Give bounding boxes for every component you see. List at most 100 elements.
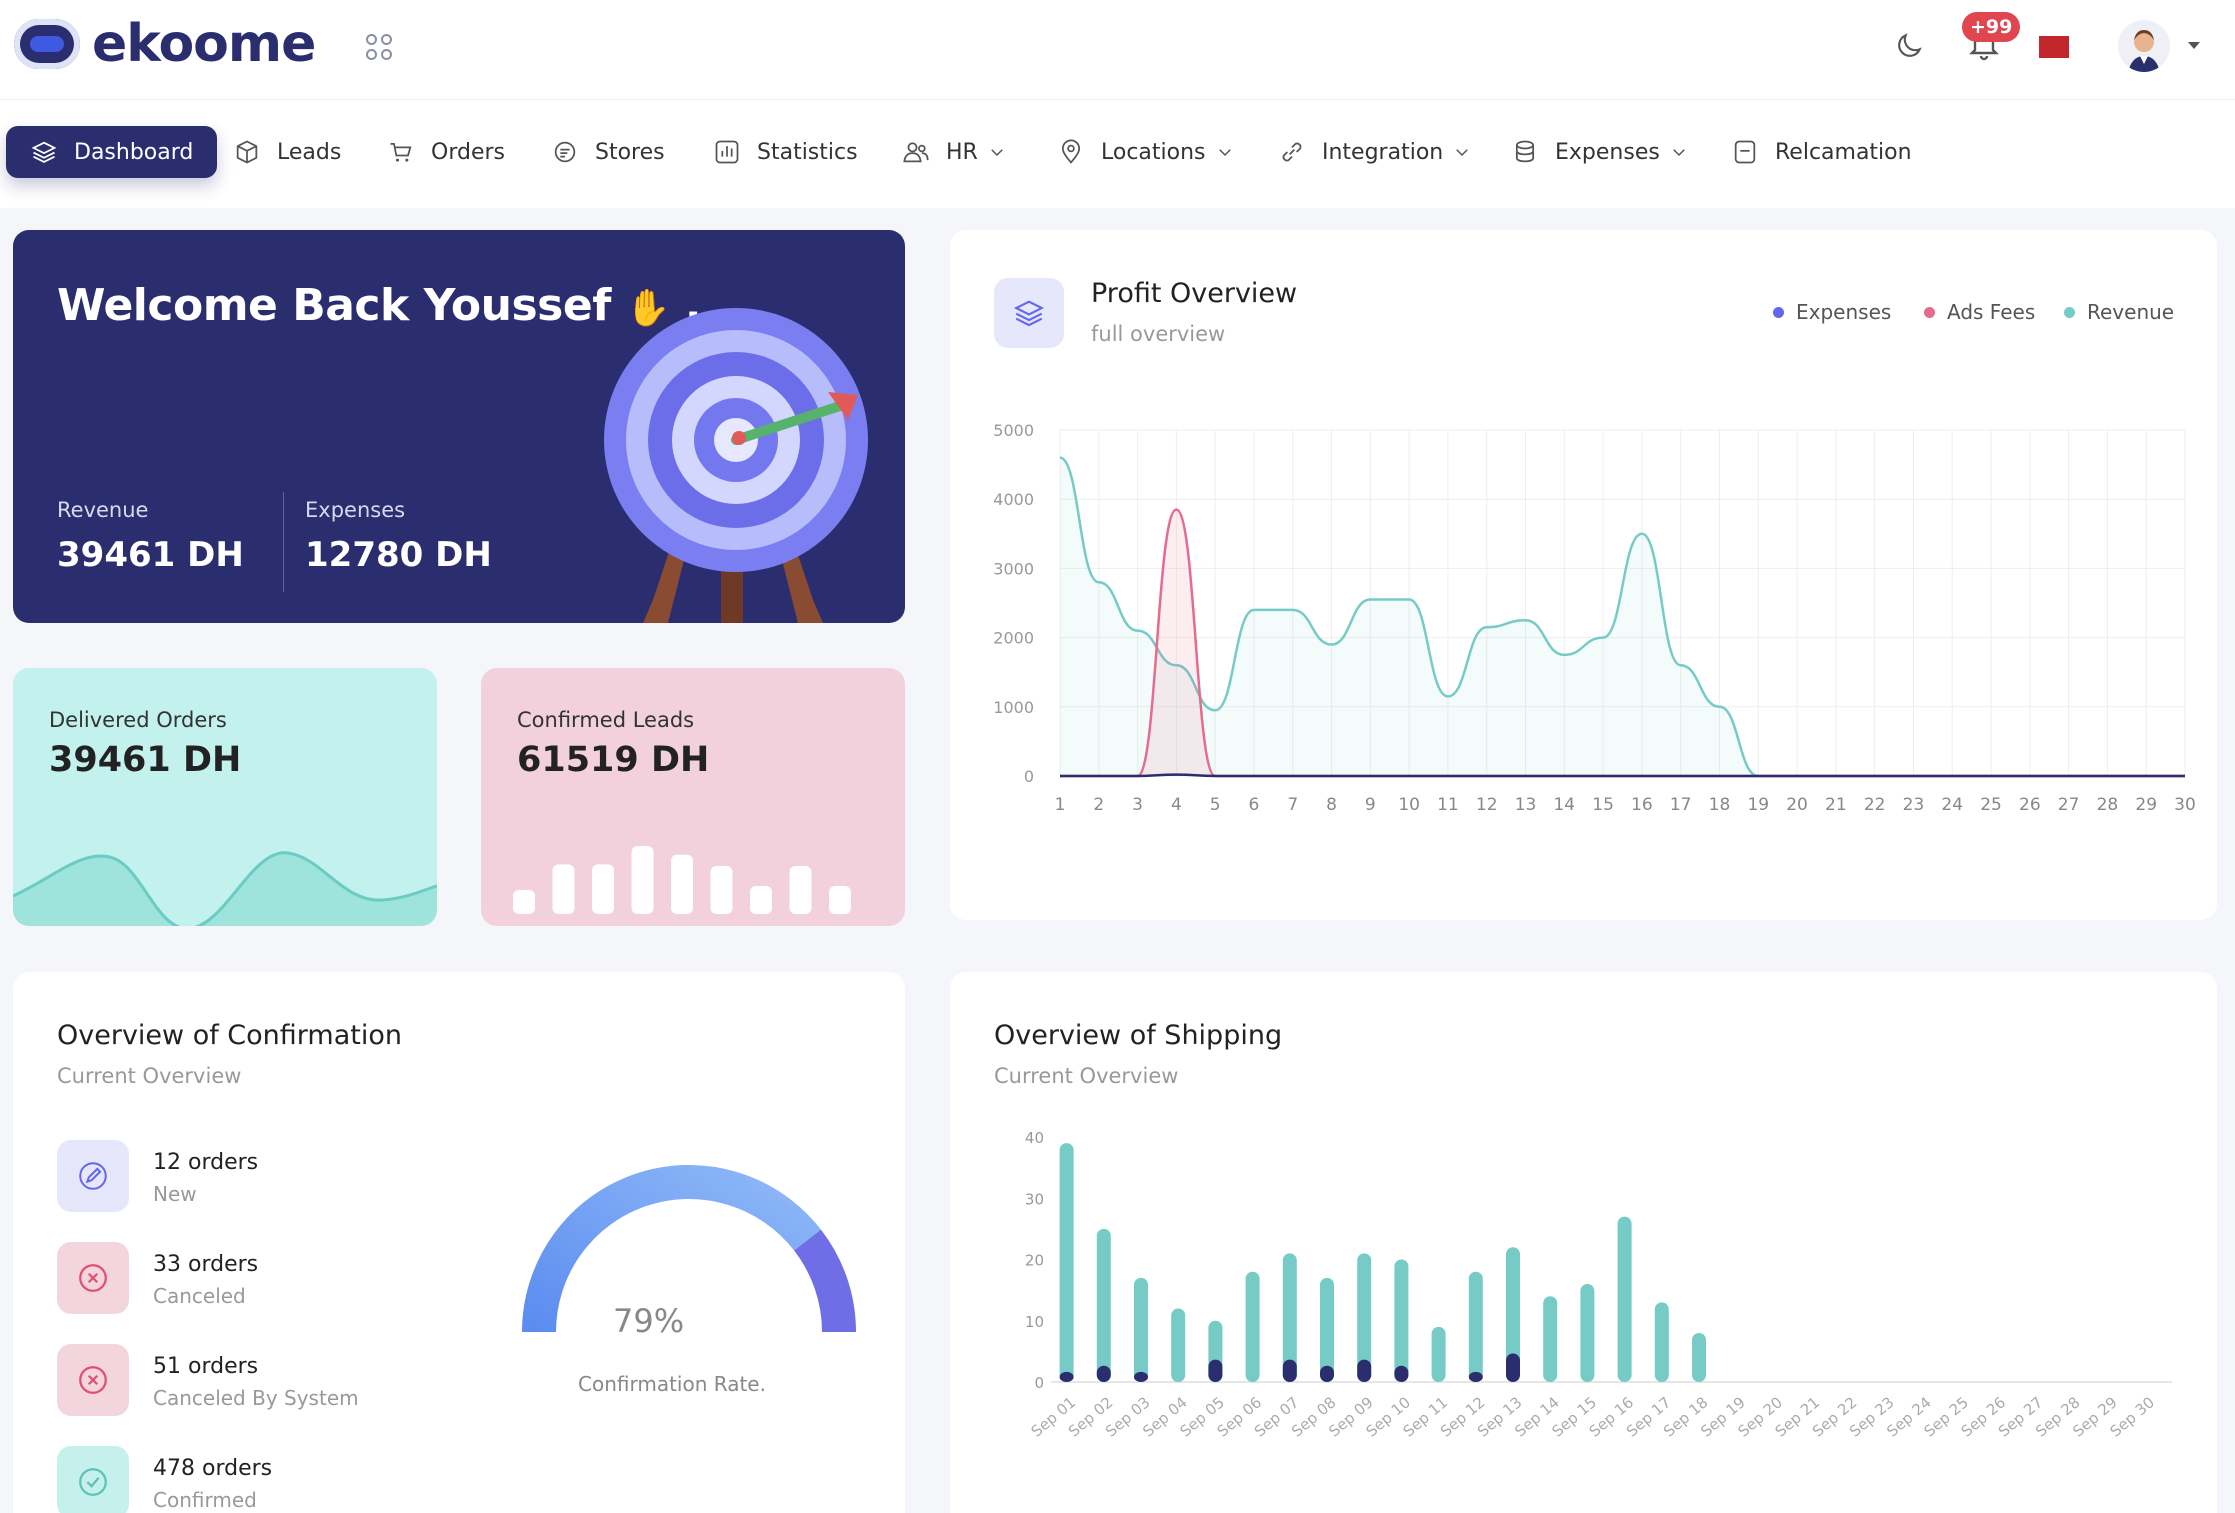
x-tick-label: 11 bbox=[1437, 795, 1459, 815]
nav-label: Integration bbox=[1322, 139, 1444, 165]
x-tick-label: 14 bbox=[1553, 795, 1575, 815]
revenue-label: Revenue bbox=[57, 498, 149, 522]
confirmation-title: Overview of Confirmation bbox=[57, 1020, 402, 1051]
user-avatar[interactable] bbox=[2118, 20, 2170, 72]
apps-grid-icon[interactable] bbox=[366, 34, 394, 62]
y-tick-label: 0 bbox=[1024, 767, 1034, 786]
y-tick-label: 0 bbox=[1034, 1374, 1044, 1392]
mini-bar bbox=[789, 866, 812, 914]
shipping-bar bbox=[1580, 1284, 1595, 1382]
shipping-card: Overview of Shipping Current Overview 01… bbox=[950, 972, 2217, 1513]
x-tick-label: 17 bbox=[1670, 795, 1692, 815]
nav-item-statistics[interactable]: Statistics bbox=[713, 126, 858, 178]
expenses-label: Expenses bbox=[305, 498, 406, 522]
link-icon bbox=[1282, 142, 1302, 162]
nav-label: Leads bbox=[277, 139, 342, 165]
nav-item-relcamation[interactable]: Relcamation bbox=[1731, 126, 1912, 178]
x-tick-label: 10 bbox=[1398, 795, 1420, 815]
mini-bar bbox=[631, 846, 654, 914]
shipping-bar bbox=[1468, 1271, 1483, 1382]
x-tick-label: 9 bbox=[1365, 795, 1376, 815]
shipping-bar bbox=[1543, 1296, 1558, 1382]
delivered-orders-card: Delivered Orders 39461 DH bbox=[13, 668, 437, 926]
y-tick-label: 40 bbox=[1025, 1129, 1044, 1147]
nav-label: Orders bbox=[431, 139, 505, 165]
chevron-down-icon bbox=[1673, 149, 1685, 157]
stat-label: Canceled By System bbox=[153, 1386, 359, 1410]
cart-icon bbox=[390, 142, 412, 162]
shipping-bar bbox=[1394, 1259, 1409, 1382]
shipping-bar-secondary bbox=[1059, 1371, 1074, 1382]
shipping-bar bbox=[1245, 1271, 1260, 1382]
x-tick-label: 1 bbox=[1055, 795, 1066, 815]
language-flag-icon[interactable] bbox=[2039, 36, 2069, 58]
nav-item-expenses[interactable]: Expenses bbox=[1511, 126, 1688, 178]
mini-bar bbox=[552, 864, 575, 914]
x-tick-label: 8 bbox=[1326, 795, 1337, 815]
x-tick-label: 28 bbox=[2097, 795, 2119, 815]
shipping-bar-secondary bbox=[1208, 1359, 1223, 1382]
x-circle-icon bbox=[57, 1344, 129, 1416]
nav-item-integration[interactable]: Integration bbox=[1278, 126, 1471, 178]
series-line bbox=[1060, 773, 2185, 778]
stat-label: Canceled bbox=[153, 1284, 246, 1308]
dark-mode-moon-icon[interactable] bbox=[1893, 30, 1925, 62]
shipping-bar-chart: 010203040Sep 01Sep 02Sep 03Sep 04Sep 05S… bbox=[1025, 1129, 2172, 1441]
nav-label: HR bbox=[946, 139, 978, 165]
y-tick-label: 2000 bbox=[993, 629, 1034, 648]
confirmation-card: Overview of Confirmation Current Overvie… bbox=[13, 972, 905, 1513]
y-tick-label: 20 bbox=[1025, 1252, 1044, 1270]
expenses-value: 12780 DH bbox=[305, 535, 492, 575]
stat-label: New bbox=[153, 1182, 197, 1206]
check-circle-icon bbox=[57, 1446, 129, 1513]
stat-count: 33 orders bbox=[153, 1252, 259, 1277]
x-tick-label: 4 bbox=[1171, 795, 1182, 815]
mini-bar bbox=[750, 886, 772, 914]
confirmed-leads-label: Confirmed Leads bbox=[517, 708, 695, 732]
x-tick-label: 2 bbox=[1093, 795, 1104, 815]
confirmed-leads-card: Confirmed Leads 61519 DH bbox=[481, 668, 905, 926]
nav-label: Dashboard bbox=[74, 139, 194, 165]
stat-label: Confirmed bbox=[153, 1488, 257, 1512]
nav-label: Relcamation bbox=[1775, 139, 1912, 165]
x-tick-label: 6 bbox=[1249, 795, 1260, 815]
user-menu-caret-icon[interactable] bbox=[2188, 42, 2200, 49]
x-tick-label: 5 bbox=[1210, 795, 1221, 815]
nav-item-hr[interactable]: HR bbox=[902, 126, 1006, 178]
nav-item-dashboard[interactable]: Dashboard bbox=[6, 126, 218, 178]
series-area bbox=[1060, 457, 2185, 776]
shipping-bar bbox=[1171, 1308, 1186, 1382]
x-tick-label: 19 bbox=[1747, 795, 1769, 815]
confirmed-leads-value: 61519 DH bbox=[517, 740, 710, 780]
x-tick-label: 15 bbox=[1592, 795, 1614, 815]
mini-bar bbox=[710, 866, 733, 914]
gauge-remaining-arc bbox=[793, 1229, 856, 1333]
x-tick-label: 24 bbox=[1941, 795, 1963, 815]
coins-icon bbox=[1515, 140, 1535, 163]
x-tick-label: 26 bbox=[2019, 795, 2041, 815]
nav-item-locations[interactable]: Locations bbox=[1057, 126, 1234, 178]
chevron-down-icon bbox=[1456, 149, 1469, 157]
nav-item-leads[interactable]: Leads bbox=[233, 126, 341, 178]
box-icon bbox=[236, 140, 258, 164]
confirmation-rate-gauge bbox=[522, 1165, 856, 1333]
brand-logo[interactable]: ekoome bbox=[14, 14, 316, 74]
nav-item-orders[interactable]: Orders bbox=[387, 126, 505, 178]
shipping-bar-secondary bbox=[1506, 1353, 1520, 1382]
x-tick-label: 21 bbox=[1825, 795, 1847, 815]
shipping-bar-secondary bbox=[1320, 1365, 1334, 1382]
main-navigation: Dashboard Leads Orders Stores Statistics… bbox=[0, 100, 2235, 208]
x-circle-icon bbox=[57, 1242, 129, 1314]
notification-badge: +99 bbox=[1962, 12, 2021, 42]
shipping-bar bbox=[1059, 1143, 1074, 1382]
y-tick-label: 5000 bbox=[993, 421, 1034, 440]
y-tick-label: 3000 bbox=[993, 559, 1034, 578]
shipping-bar bbox=[1431, 1326, 1446, 1382]
profit-overview-card: Profit Overview full overview Expenses A… bbox=[950, 230, 2217, 920]
nav-item-stores[interactable]: Stores bbox=[551, 126, 665, 178]
location-pin-icon bbox=[1061, 139, 1081, 164]
shipping-bar-secondary bbox=[1468, 1371, 1483, 1382]
users-icon bbox=[903, 142, 929, 163]
shipping-bar bbox=[1134, 1277, 1148, 1382]
shipping-bar-secondary bbox=[1394, 1365, 1409, 1382]
